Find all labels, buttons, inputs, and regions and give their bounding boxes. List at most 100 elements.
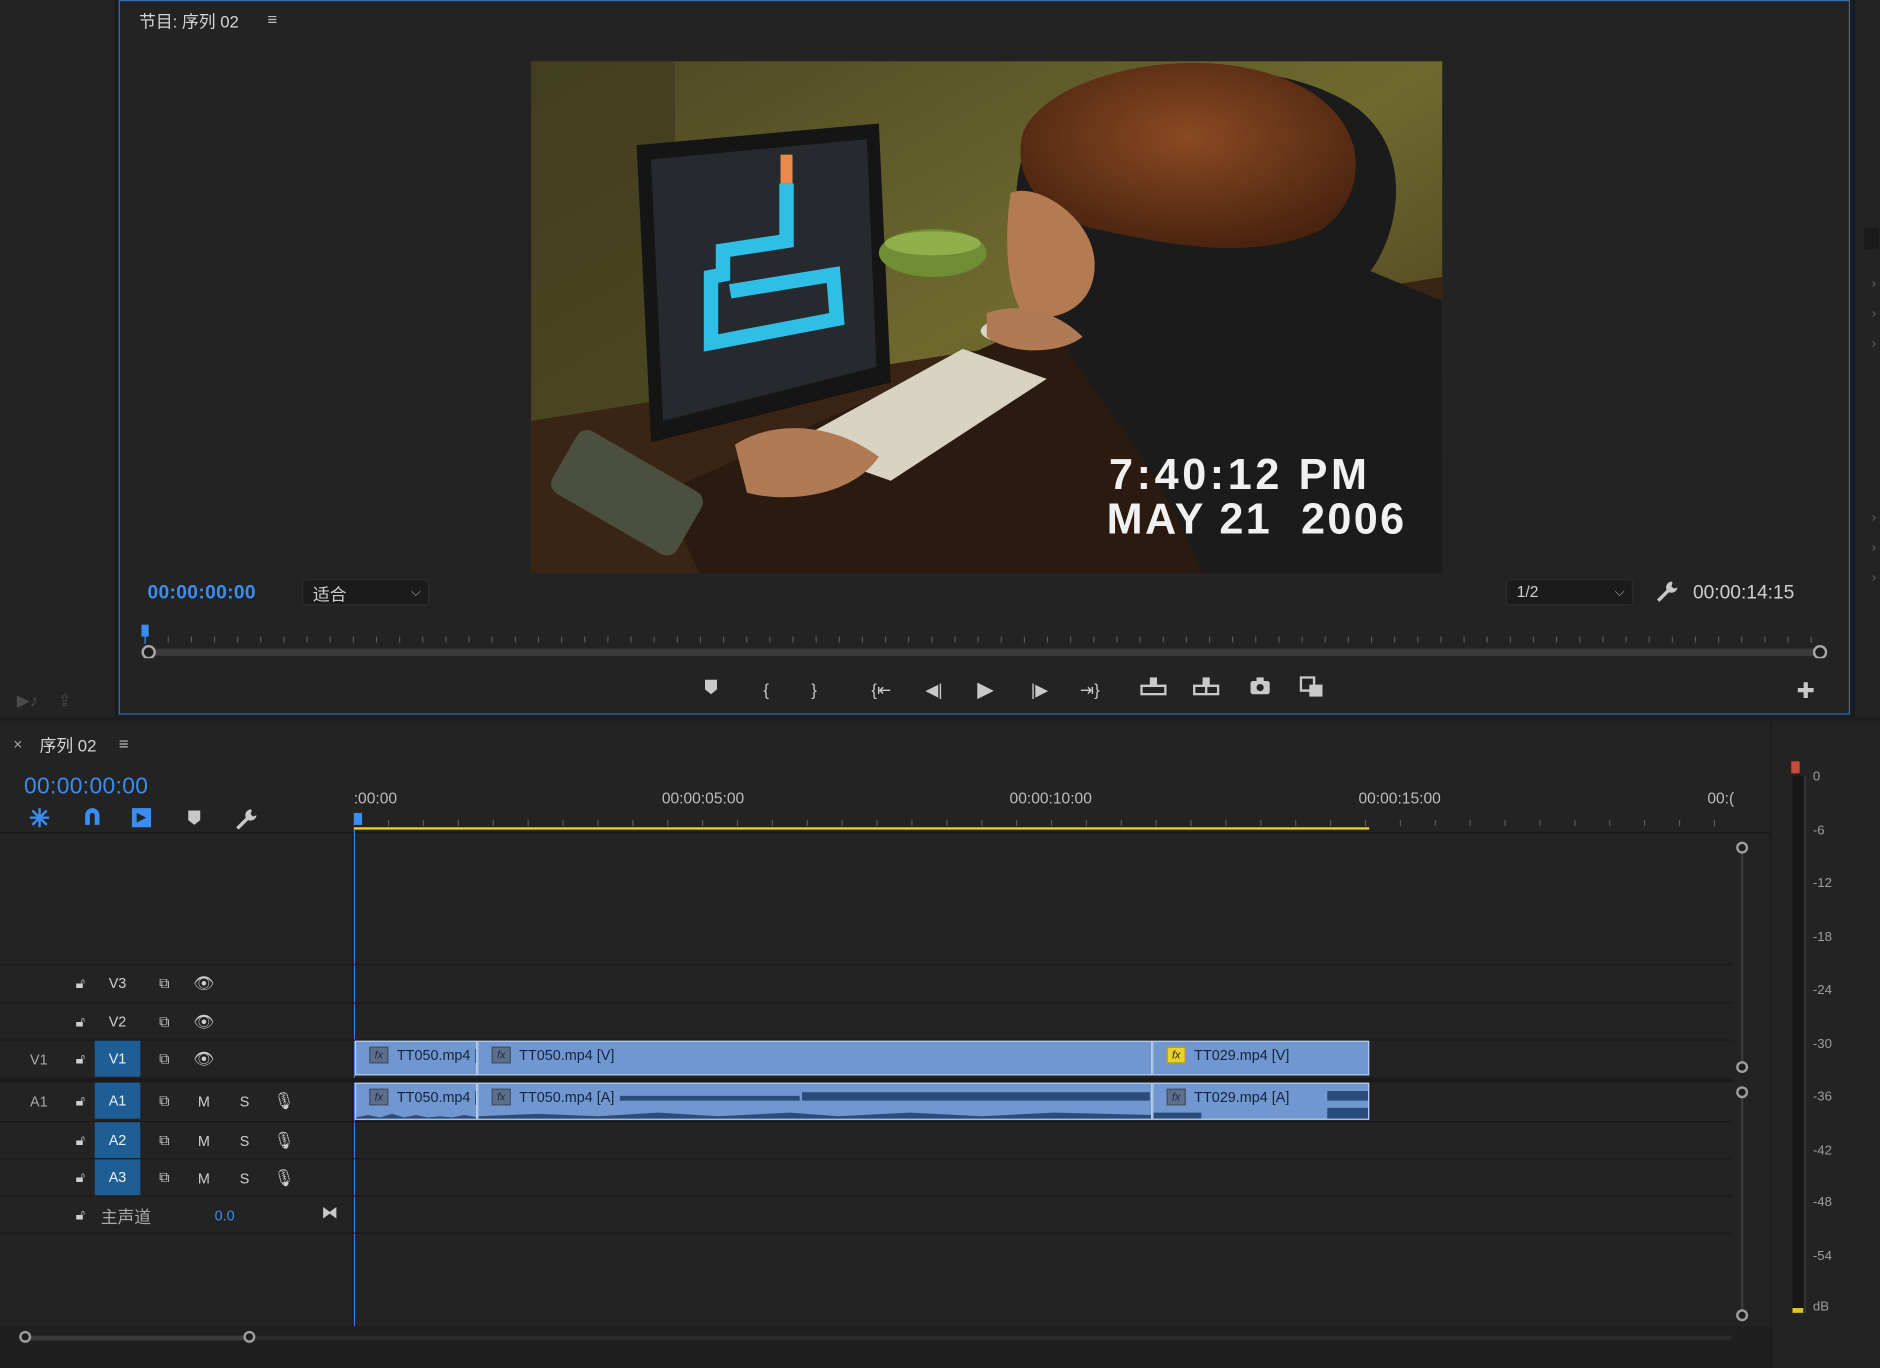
lock-icon[interactable]: 🔓︎ [68, 1092, 92, 1110]
step-back-icon[interactable]: ◀| [921, 676, 947, 702]
sync-lock-icon[interactable]: ⧉ [152, 1169, 176, 1187]
lock-icon[interactable]: 🔓︎ [68, 1132, 92, 1150]
sync-lock-icon[interactable]: ⧉ [152, 1050, 176, 1068]
mark-out-icon[interactable]: } [801, 676, 827, 702]
fx-badge: fx [369, 1088, 389, 1106]
track-target-v3[interactable]: V3 [95, 965, 141, 1001]
solo-button[interactable]: S [233, 1170, 257, 1187]
tool-icon[interactable] [1864, 227, 1879, 250]
fx-badge: fx [491, 1046, 511, 1064]
track-lane-v2[interactable] [353, 1002, 1733, 1040]
timeline-time-ruler[interactable] [353, 810, 1733, 832]
mark-in-icon[interactable]: { [753, 676, 779, 702]
sequence-tab-title[interactable]: 序列 02 [40, 734, 97, 758]
solo-button[interactable]: S [233, 1133, 257, 1150]
microphone-icon[interactable]: 🎙︎ [272, 1091, 296, 1111]
lock-icon[interactable]: 🔓︎ [68, 975, 92, 993]
insert-icon[interactable]: ▶♪ [17, 691, 38, 711]
add-marker-icon[interactable] [698, 676, 724, 702]
track-target-a2[interactable]: A2 [94, 1122, 141, 1159]
export-frame-camera-icon[interactable] [1247, 676, 1273, 702]
button-editor-add-icon[interactable]: ✚ [1792, 677, 1818, 703]
export-icon[interactable]: ⇪ [58, 691, 72, 711]
mute-button[interactable]: M [192, 1170, 216, 1187]
eye-icon[interactable]: 👁︎ [192, 974, 216, 994]
lock-icon[interactable]: 🔓︎ [68, 1013, 92, 1031]
settings-wrench-icon[interactable] [1655, 579, 1681, 605]
audio-waveform [1153, 1091, 1369, 1119]
track-lane-a3[interactable] [353, 1158, 1733, 1196]
program-time-ruler[interactable] [139, 622, 1830, 660]
expand-chevron-icons[interactable]: › › › [1872, 270, 1876, 360]
video-clip[interactable]: fx TT050.mp4 [ [354, 1040, 478, 1076]
linked-selection-icon[interactable] [129, 806, 155, 830]
lock-icon[interactable]: 🔓︎ [68, 1206, 92, 1224]
sync-lock-icon[interactable]: ⧉ [152, 1092, 176, 1110]
panel-menu-icon[interactable]: ≡ [267, 10, 277, 29]
audio-clip[interactable]: fx TT050.mp4 [ [354, 1082, 478, 1120]
solo-button[interactable]: S [233, 1093, 257, 1110]
timeline-zoom-scrollbar[interactable] [23, 1335, 250, 1341]
snap-magnet-icon[interactable] [80, 806, 106, 830]
video-clip[interactable]: fx TT050.mp4 [V] [477, 1040, 1153, 1076]
resolution-dropdown[interactable]: 1/2 ⌵ [1505, 579, 1634, 606]
go-to-in-icon[interactable]: {⇤ [868, 676, 894, 702]
microphone-icon[interactable]: 🎙︎ [272, 1168, 296, 1188]
track-lane-a2[interactable] [353, 1121, 1733, 1159]
sync-lock-icon[interactable]: ⧉ [152, 1132, 176, 1150]
mute-button[interactable]: M [192, 1133, 216, 1150]
lock-icon[interactable]: 🔓︎ [68, 1169, 92, 1187]
timeline-settings-wrench-icon[interactable] [234, 807, 258, 831]
track-lane-master[interactable] [353, 1195, 1733, 1233]
track-target-a3[interactable]: A3 [94, 1159, 141, 1196]
scroll-handle[interactable] [1736, 1061, 1749, 1074]
fit-dropdown[interactable]: 适合 ⌵ [302, 579, 430, 606]
mute-button[interactable]: M [192, 1093, 216, 1110]
eye-icon[interactable]: 👁︎ [192, 1049, 216, 1069]
track-target-v2[interactable]: V2 [95, 1004, 141, 1040]
meter-level [1792, 1308, 1804, 1313]
go-to-edit-point-icon[interactable]: ⧓ [321, 1203, 338, 1223]
expand-chevron-icons-lower[interactable]: › › › [1872, 504, 1876, 594]
zoom-handle-left[interactable] [19, 1330, 32, 1343]
meter-scale-label: -36 [1812, 1089, 1832, 1105]
eye-icon[interactable]: 👁︎ [192, 1012, 216, 1032]
nest-sequence-icon[interactable] [28, 806, 54, 830]
video-tracks-scrollbar[interactable] [1740, 847, 1744, 1068]
master-volume-value[interactable]: 0.0 [215, 1207, 235, 1224]
tracks-bottom-line [0, 1232, 1733, 1234]
track-target-v1[interactable]: V1 [94, 1040, 141, 1077]
zoom-handle-right[interactable] [243, 1330, 256, 1343]
comparison-view-icon[interactable] [1298, 676, 1324, 702]
step-forward-icon[interactable]: |▶ [1026, 676, 1052, 702]
source-panel-edge: ▶♪ ⇪ [0, 0, 117, 717]
timeline-timecode[interactable]: 00:00:00:00 [24, 775, 148, 801]
extract-icon[interactable] [1192, 676, 1220, 702]
lock-icon[interactable]: 🔓︎ [68, 1050, 92, 1068]
scroll-handle[interactable] [1736, 1086, 1749, 1099]
scroll-handle[interactable] [1736, 1309, 1749, 1322]
track-lane-v3[interactable] [353, 963, 1733, 1002]
add-marker-icon[interactable] [186, 808, 208, 830]
audio-tracks-scrollbar[interactable] [1740, 1092, 1744, 1316]
audio-clip[interactable]: fx TT029.mp4 [A] [1152, 1082, 1370, 1120]
play-icon[interactable]: ▶ [972, 676, 998, 702]
microphone-icon[interactable]: 🎙︎ [272, 1131, 296, 1151]
meter-bar [1792, 775, 1804, 1313]
sync-lock-icon[interactable]: ⧉ [152, 1013, 176, 1031]
track-target-a1[interactable]: A1 [94, 1082, 141, 1119]
scroll-handle[interactable] [1736, 841, 1749, 854]
audio-clip[interactable]: fx TT050.mp4 [A] [477, 1082, 1153, 1120]
timeline-menu-icon[interactable]: ≡ [119, 734, 129, 753]
track-header-v3: 🔓︎ V3 ⧉ 👁︎ [0, 963, 353, 1002]
program-monitor-title[interactable]: 节目: 序列 02 [139, 10, 239, 34]
source-patch-a1[interactable]: A1 [30, 1093, 48, 1110]
go-to-out-icon[interactable]: ⇥} [1077, 676, 1103, 702]
sync-lock-icon[interactable]: ⧉ [152, 975, 176, 993]
video-clip[interactable]: fx TT029.mp4 [V] [1152, 1040, 1370, 1076]
source-patch-v1[interactable]: V1 [30, 1051, 48, 1068]
playhead-timecode[interactable]: 00:00:00:00 [147, 583, 255, 605]
lift-icon[interactable] [1140, 676, 1167, 702]
peak-indicator[interactable] [1794, 761, 1800, 774]
close-panel-icon[interactable]: × [13, 735, 22, 753]
